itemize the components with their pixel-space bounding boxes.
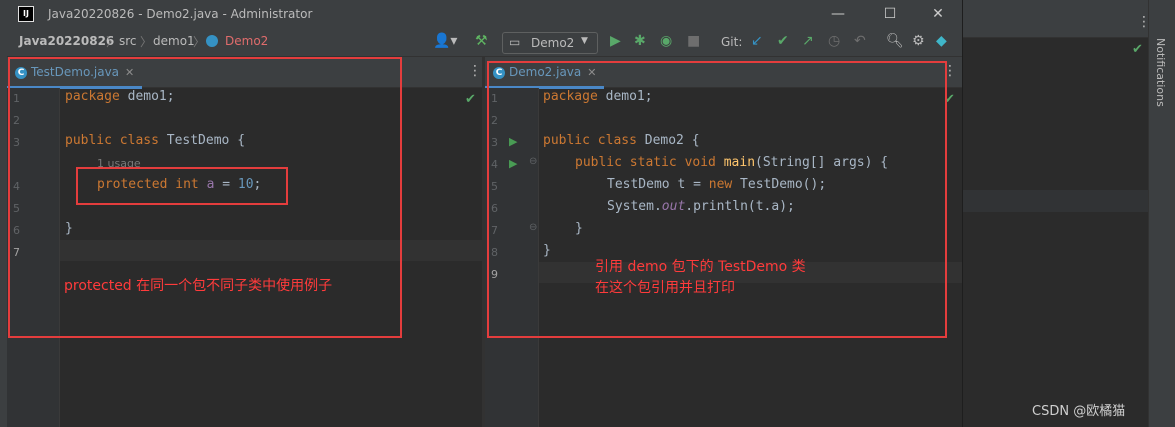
plugin-icon[interactable]: ◆	[936, 33, 947, 50]
maximize-icon[interactable]: ☐	[877, 4, 903, 24]
chevron-down-icon: ▼	[581, 36, 588, 46]
breadcrumb-separator: 〉	[193, 35, 206, 49]
background-highlight-row	[962, 190, 1149, 212]
right-editor-pane: C Demo2.java ✕ ⋮ 1 2 3 4 5 6 7 8 9 ▶ ▶ ⊖ ⊖…	[485, 57, 962, 427]
left-editor-pane: C TestDemo.java ✕ ⋮ 1 2 3 4 5 6 7 ✔ packag…	[7, 57, 482, 427]
debug-icon[interactable]: ✱	[634, 33, 646, 50]
title-bar: IJ Java20220826 - Demo2.java - Administr…	[7, 0, 962, 28]
run-config-label: Demo2	[531, 36, 575, 50]
rollback-icon[interactable]: ↶	[854, 33, 866, 50]
history-icon[interactable]: ◷	[828, 33, 840, 50]
class-icon	[206, 35, 218, 47]
breadcrumb-package[interactable]: demo1	[153, 34, 195, 48]
ide-window: IJ Java20220826 - Demo2.java - Administr…	[7, 0, 963, 427]
background-toolbar	[962, 0, 1149, 38]
watermark: CSDN @欧橘猫	[1032, 404, 1126, 419]
git-label: Git:	[721, 35, 743, 49]
right-tool-strip: Notifications	[1148, 0, 1175, 427]
annotation-box-left	[8, 57, 402, 338]
background-ide-window	[962, 0, 1175, 427]
notifications-tool-button[interactable]: Notifications	[1154, 38, 1167, 107]
inspection-ok-icon: ✔	[1132, 42, 1143, 57]
breadcrumb-folder[interactable]: src	[119, 34, 137, 48]
git-push-icon[interactable]: ↗	[802, 33, 814, 50]
git-commit-icon[interactable]: ✔	[777, 33, 789, 50]
configuration-icon: ▭	[509, 35, 521, 49]
minimize-icon[interactable]: —	[825, 4, 851, 24]
annotation-note-right-1: 引用 demo 包下的 TestDemo 类	[595, 259, 806, 275]
gear-icon[interactable]: ⚙	[912, 33, 925, 50]
coverage-icon[interactable]: ◉	[660, 33, 672, 50]
git-update-icon[interactable]: ↙	[751, 33, 763, 50]
close-icon[interactable]: ✕	[925, 4, 951, 24]
inspection-ok-icon[interactable]: ✔	[465, 92, 476, 107]
background-window-edge	[0, 0, 7, 427]
stop-icon[interactable]: ■	[687, 33, 700, 50]
intellij-icon: IJ	[18, 6, 34, 22]
breadcrumb-separator: 〉	[140, 35, 153, 49]
navigation-bar: Java20220826 〉 src 〉 demo1 〉 Demo2 👤▾ ⚒ …	[7, 28, 962, 57]
window-title: Java20220826 - Demo2.java - Administrato…	[48, 7, 313, 21]
breadcrumb-separator: 〉	[106, 35, 119, 49]
annotation-note-left: protected 在同一个包不同子类中使用例子	[64, 278, 333, 294]
annotation-note-right-2: 在这个包引用并且打印	[595, 280, 735, 296]
breadcrumb-project[interactable]: Java20220826	[19, 34, 114, 48]
user-icon[interactable]: 👤▾	[433, 33, 457, 50]
breadcrumb-file[interactable]: Demo2	[225, 34, 268, 48]
run-configuration-select[interactable]: ▭ Demo2 ▼	[502, 32, 598, 54]
more-options-icon[interactable]: ⋮	[468, 63, 482, 79]
run-icon[interactable]: ▶	[610, 33, 621, 50]
search-icon[interactable]: 🔍︎	[886, 33, 904, 50]
hammer-icon[interactable]: ⚒	[475, 33, 488, 50]
